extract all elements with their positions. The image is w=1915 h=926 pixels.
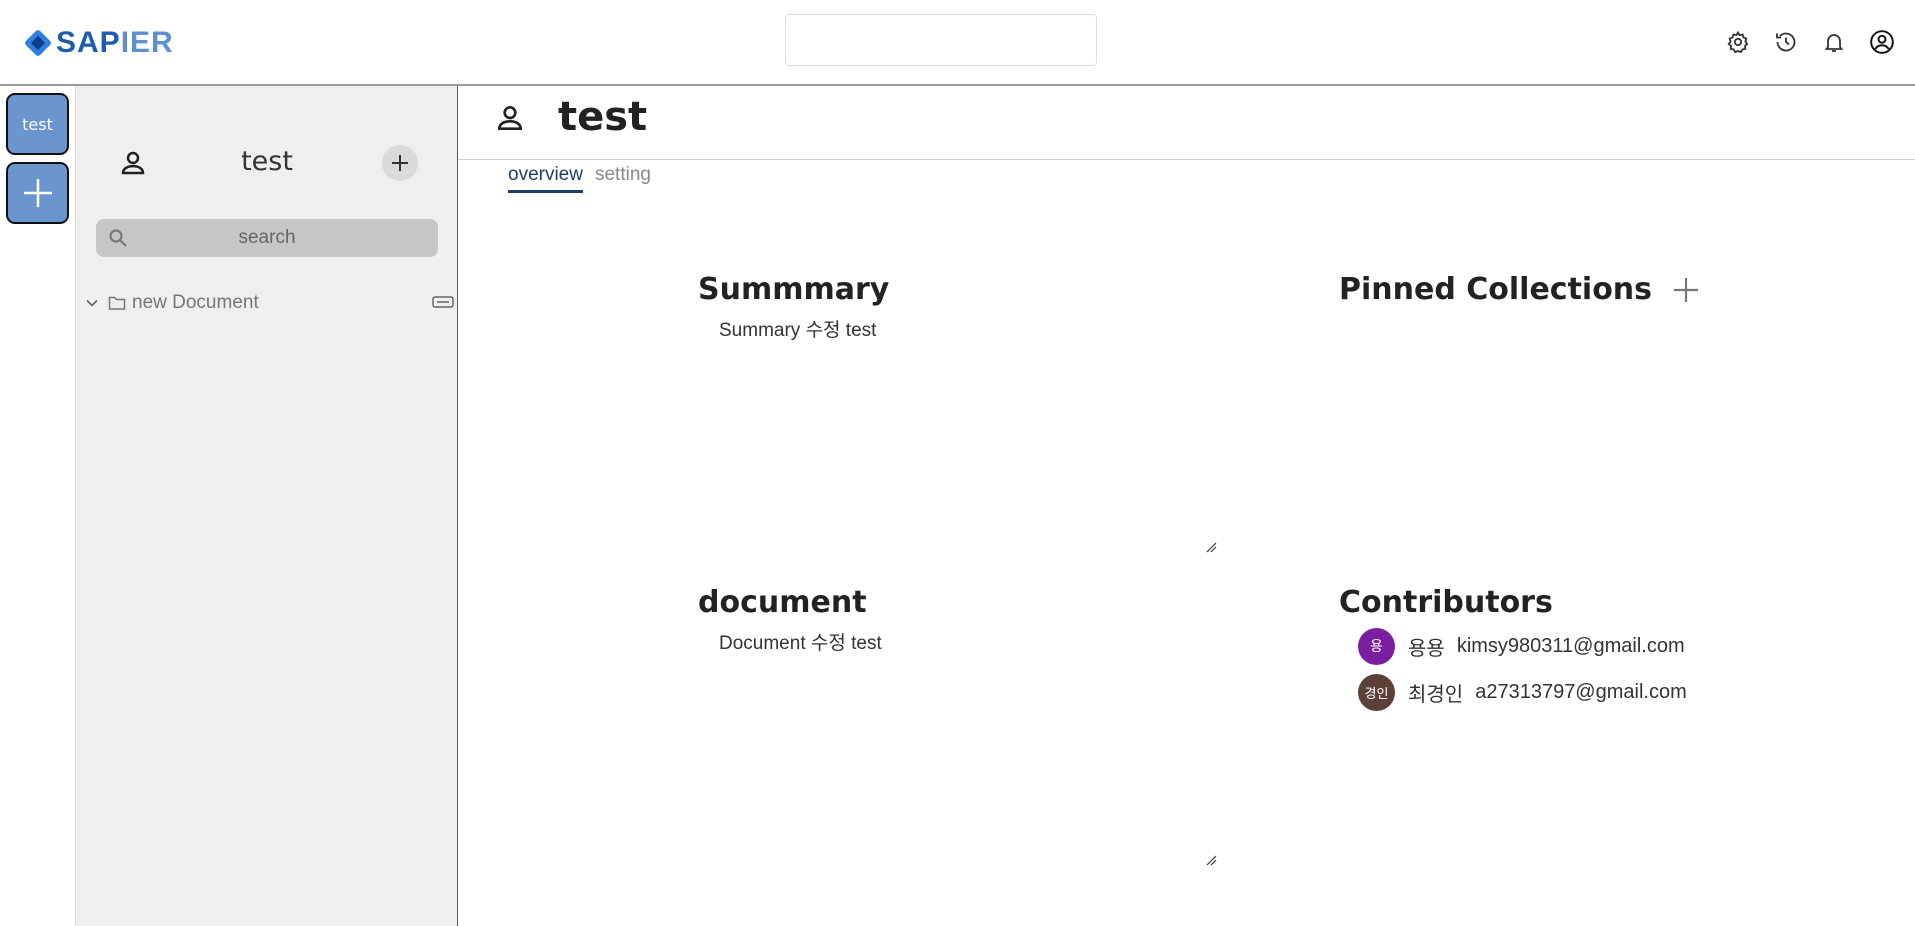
pinned-collections-card: Pinned Collections [1339, 272, 1700, 307]
contributor-row: 용 용용 kimsy980311@gmail.com [1358, 626, 1687, 666]
plus-icon [1674, 277, 1699, 302]
contributor-row: 경인 최경인 a27313797@gmail.com [1358, 672, 1687, 712]
add-workspace-button[interactable] [6, 162, 69, 224]
top-icons [1725, 26, 1895, 58]
contributors-card: Contributors 용 용용 kimsy980311@gmail.com … [1339, 585, 1687, 712]
search-input[interactable] [96, 219, 438, 257]
workspace-rail: test [0, 86, 76, 926]
resize-handle-icon[interactable] [1205, 851, 1217, 866]
document-card: document Document 수정 test [698, 585, 882, 655]
top-search-box[interactable] [785, 14, 1097, 66]
pinned-collections-title: Pinned Collections [1339, 272, 1653, 307]
tab-bar: overview setting [508, 164, 651, 193]
logo[interactable]: SAPIER [23, 26, 174, 60]
item-menu-icon[interactable] [432, 294, 454, 313]
tab-overview[interactable]: overview [508, 164, 583, 193]
summary-title: Summmary [698, 272, 890, 307]
tree-item-new-document[interactable]: new Document [80, 288, 454, 318]
contributor-name: 용용 [1408, 635, 1445, 660]
logo-text: SAPIER [56, 26, 174, 59]
sidebar: test new Document [76, 86, 458, 926]
tree-item-label: new Document [132, 292, 259, 313]
chevron-down-icon[interactable] [82, 293, 102, 313]
plus-icon [23, 179, 52, 207]
gear-icon[interactable] [1725, 26, 1751, 58]
contributors-title: Contributors [1339, 585, 1553, 620]
avatar: 용 [1358, 627, 1395, 665]
folder-icon [106, 293, 128, 313]
plus-icon [392, 155, 408, 171]
summary-card: Summmary Summary 수정 test [698, 272, 889, 342]
workspace-button-test[interactable]: test [6, 93, 69, 155]
contributor-email: kimsy980311@gmail.com [1456, 634, 1685, 657]
person-icon [494, 102, 526, 138]
document-text[interactable]: Document 수정 test [719, 628, 882, 655]
tab-setting[interactable]: setting [595, 164, 651, 193]
contributor-email: a27313797@gmail.com [1475, 680, 1687, 703]
sidebar-search [96, 219, 438, 257]
bell-icon[interactable] [1821, 26, 1847, 58]
page-header: test [458, 86, 1915, 160]
contributor-name: 최경인 [1408, 681, 1464, 706]
add-collection-button[interactable] [1672, 276, 1700, 304]
summary-text[interactable]: Summary 수정 test [719, 315, 889, 342]
sidebar-add-button[interactable] [382, 145, 418, 181]
account-icon[interactable] [1869, 26, 1895, 58]
avatar: 경인 [1358, 673, 1395, 711]
resize-handle-icon[interactable] [1205, 538, 1217, 553]
main-content: test overview setting Summmary Summary 수… [458, 86, 1915, 926]
top-bar: SAPIER [0, 0, 1915, 86]
logo-mark-icon [23, 28, 53, 58]
history-icon[interactable] [1773, 26, 1799, 58]
page-title: test [558, 94, 648, 140]
document-title: document [698, 585, 867, 620]
